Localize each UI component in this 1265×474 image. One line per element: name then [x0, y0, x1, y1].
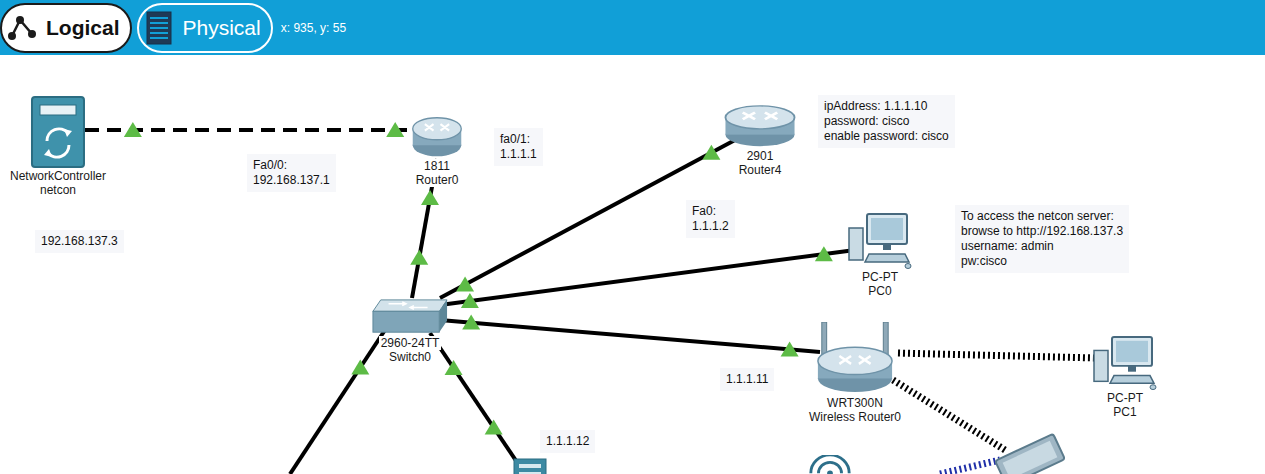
link-status-icon	[351, 359, 369, 374]
network-link[interactable]	[940, 460, 1000, 474]
device-label: PC-PT	[1105, 391, 1145, 405]
note-line: ipAddress: 1.1.1.10	[824, 99, 949, 114]
device-label: Router0	[414, 173, 461, 187]
network-link[interactable]	[290, 330, 385, 474]
link-cable[interactable]	[440, 320, 820, 352]
note-label[interactable]: Fa0:1.1.1.2	[686, 200, 735, 238]
link-status-icon	[781, 341, 799, 356]
link-status-icon	[410, 250, 428, 265]
device-label: NetworkController	[8, 169, 108, 183]
link-cable[interactable]	[290, 330, 385, 474]
device-label: Router4	[737, 163, 784, 177]
link-status-icon	[462, 315, 480, 330]
cursor-coordinates: x: 935, y: 55	[281, 21, 346, 35]
network-link[interactable]	[898, 353, 1095, 358]
note-label[interactable]: 1.1.1.12	[540, 430, 595, 453]
device-label: PC1	[1111, 405, 1138, 419]
pc-icon	[847, 212, 913, 270]
link-status-icon	[386, 122, 404, 137]
network-device[interactable]: 2960-24TTSwitch0	[371, 298, 449, 364]
note-line: password: cisco	[824, 114, 949, 129]
network-device[interactable]	[984, 430, 1076, 474]
note-line: fa0/1:	[500, 132, 537, 147]
note-label[interactable]: Fa0/0:192.168.137.1	[247, 154, 336, 192]
device-label: Wireless Router0	[807, 410, 903, 424]
topology-canvas[interactable]: NetworkControllernetcon1811Router02901Ro…	[0, 55, 1265, 474]
network-link[interactable]	[893, 380, 1005, 450]
network-link[interactable]	[430, 333, 525, 474]
device-label: PC-PT	[860, 270, 900, 284]
note-label[interactable]: fa0/1:1.1.1.1	[494, 128, 543, 166]
note-label[interactable]: ipAddress: 1.1.1.10password: ciscoenable…	[818, 95, 955, 148]
device-label: 1811	[422, 159, 452, 173]
note-line: Fa0:	[692, 204, 729, 219]
link-status-icon	[421, 190, 439, 205]
note-line: 1.1.1.11	[726, 372, 768, 387]
wireless-router-icon	[814, 322, 896, 396]
device-label: netcon	[38, 183, 78, 197]
note-line: 1.1.1.1	[500, 147, 537, 162]
network-device[interactable]	[513, 458, 547, 474]
logical-view-icon	[6, 12, 38, 44]
link-cable[interactable]	[940, 460, 1000, 474]
physical-rack-icon	[143, 10, 175, 46]
network-link[interactable]	[440, 140, 735, 298]
link-status-icon	[461, 293, 479, 308]
link-status-icon	[485, 419, 503, 434]
note-line: 1.1.1.12	[546, 434, 589, 449]
note-line: To access the netcon server:	[961, 209, 1123, 224]
laptop-icon	[984, 430, 1076, 474]
note-line: 192.168.137.3	[41, 234, 118, 249]
network-device[interactable]: 2901Router4	[723, 103, 797, 177]
network-link[interactable]	[440, 246, 855, 308]
link-cable[interactable]	[440, 250, 855, 305]
link-cable[interactable]	[430, 333, 525, 474]
network-link[interactable]	[440, 315, 820, 357]
note-line: 192.168.137.1	[253, 173, 330, 188]
link-status-icon	[124, 122, 142, 137]
device-label: PC0	[866, 284, 893, 298]
note-label[interactable]: 1.1.1.11	[720, 368, 774, 391]
network-device[interactable]: WRT300NWireless Router0	[807, 322, 903, 424]
device-label: 2901	[745, 149, 776, 163]
link-status-icon	[456, 277, 474, 292]
network-device[interactable]: PC-PTPC1	[1092, 335, 1158, 419]
note-line: pw:cisco	[961, 254, 1123, 269]
link-cable[interactable]	[893, 380, 1005, 450]
note-line: Fa0/0:	[253, 158, 330, 173]
link-status-icon	[702, 145, 720, 160]
view-tab-label: Physical	[183, 16, 261, 40]
network-controller-icon	[30, 95, 86, 169]
server-icon	[513, 458, 547, 474]
note-label[interactable]: To access the netcon server:browse to ht…	[955, 205, 1129, 273]
network-device[interactable]: 1811Router0	[411, 115, 463, 187]
note-line: browse to http://192.168.137.3	[961, 224, 1123, 239]
link-status-icon	[445, 360, 463, 375]
device-label: 2960-24TT	[379, 336, 442, 350]
view-tab[interactable]: Logical	[0, 3, 132, 53]
packet-tracer-window: Logical Physical x: 935, y: 55 NetworkContr…	[0, 0, 1265, 474]
view-toolbar: Logical Physical x: 935, y: 55	[0, 0, 1265, 55]
network-device[interactable]: PC-PTPC0	[847, 212, 913, 298]
note-line: username: admin	[961, 239, 1123, 254]
note-label[interactable]: 192.168.137.3	[35, 230, 124, 253]
note-line: enable password: cisco	[824, 129, 949, 144]
link-cable[interactable]	[898, 353, 1095, 358]
view-tab-label: Logical	[46, 16, 120, 40]
network-device[interactable]	[806, 455, 854, 474]
pc-icon	[1092, 335, 1158, 391]
device-label: WRT300N	[825, 396, 885, 410]
switch-icon	[371, 298, 449, 336]
router-icon	[723, 103, 797, 149]
link-status-icon	[815, 246, 833, 261]
network-link[interactable]	[85, 122, 415, 137]
link-cable[interactable]	[440, 140, 735, 298]
note-line: 1.1.1.2	[692, 219, 729, 234]
wireless-signal-icon	[806, 455, 854, 474]
router-icon	[411, 115, 463, 159]
device-label: Switch0	[387, 350, 433, 364]
network-device[interactable]: NetworkControllernetcon	[8, 95, 108, 197]
view-tab[interactable]: Physical	[137, 3, 273, 53]
